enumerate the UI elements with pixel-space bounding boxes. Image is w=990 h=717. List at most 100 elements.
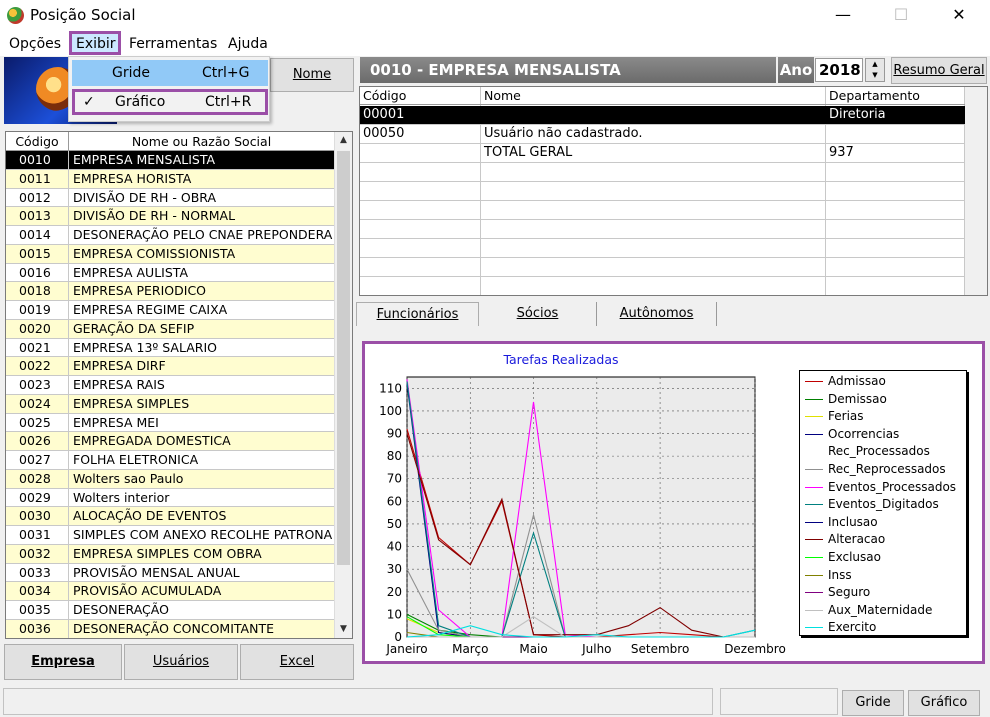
legend-label: Ferias xyxy=(828,409,864,424)
company-row[interactable]: 0023 EMPRESA RAIS xyxy=(6,376,334,395)
gride-view-button[interactable]: Gride xyxy=(842,690,904,716)
employee-row[interactable] xyxy=(360,163,965,182)
company-code: 0015 xyxy=(6,244,69,263)
company-code: 0034 xyxy=(6,582,69,600)
status-panel-secondary xyxy=(720,688,838,715)
empresa-button[interactable]: Empresa xyxy=(4,644,122,680)
y-tick-label: 30 xyxy=(387,562,402,576)
legend-swatch xyxy=(805,433,823,435)
company-row[interactable]: 0034 PROVISÃO ACUMULADA xyxy=(6,582,334,601)
employees-grid[interactable]: Código Nome Departamento 00001 Diretoria 0… xyxy=(359,86,988,296)
company-row[interactable]: 0029 Wolters interior xyxy=(6,488,334,508)
close-button[interactable]: ✕ xyxy=(936,0,982,30)
employees-scrollbar[interactable] xyxy=(965,87,987,295)
column-header-codigo[interactable]: Código xyxy=(6,132,69,151)
ano-spinner[interactable]: ▲ ▼ xyxy=(865,58,885,82)
company-row[interactable]: 0025 EMPRESA MEI xyxy=(6,413,334,433)
maximize-button[interactable]: ☐ xyxy=(878,0,924,30)
company-code: 0031 xyxy=(6,526,69,544)
company-row[interactable]: 0021 EMPRESA 13º SALARIO xyxy=(6,338,334,358)
company-name: EMPRESA MENSALISTA xyxy=(73,152,216,167)
company-name: EMPRESA RAIS xyxy=(73,377,165,392)
company-row[interactable]: 0015 EMPRESA COMISSIONISTA xyxy=(6,244,334,264)
tab-socios[interactable]: Sócios xyxy=(479,302,597,326)
company-row[interactable]: 0032 EMPRESA SIMPLES COM OBRA xyxy=(6,544,334,564)
employee-row[interactable] xyxy=(360,258,965,277)
company-name: EMPRESA PERIODICO xyxy=(73,283,207,299)
column-header-nome[interactable]: Nome ou Razão Social xyxy=(69,132,334,151)
menu-opcoes[interactable]: Opções xyxy=(8,34,62,54)
legend-swatch xyxy=(805,609,823,611)
y-tick-label: 80 xyxy=(387,449,402,463)
company-row[interactable]: 0035 DESONERAÇÃO xyxy=(6,601,334,620)
excel-button[interactable]: Excel xyxy=(240,644,354,680)
employee-row[interactable]: 00050 Usuário não cadastrado. xyxy=(360,125,965,144)
column-header-codigo[interactable]: Código xyxy=(363,87,406,105)
company-row[interactable]: 0020 GERAÇÃO DA SEFIP xyxy=(6,319,334,339)
company-code: 0027 xyxy=(6,451,69,469)
company-row[interactable]: 0030 ALOCAÇÃO DE EVENTOS xyxy=(6,507,334,526)
company-row[interactable]: 0036 DESONERAÇÃO CONCOMITANTE xyxy=(6,619,334,638)
nome-button[interactable]: Nome xyxy=(270,58,354,92)
ano-input[interactable]: 2018 xyxy=(815,58,863,82)
scroll-down-icon[interactable]: ▼ xyxy=(335,621,352,638)
companies-grid-header: Código Nome ou Razão Social xyxy=(6,132,334,151)
legend-label: Eventos_Digitados xyxy=(828,497,939,512)
employee-row[interactable] xyxy=(360,239,965,258)
company-row[interactable]: 0031 SIMPLES COM ANEXO RECOLHE PATRONA xyxy=(6,526,334,545)
company-row[interactable]: 0024 EMPRESA SIMPLES xyxy=(6,394,334,414)
column-header-nome[interactable]: Nome xyxy=(484,87,521,105)
company-row[interactable]: 0018 EMPRESA PERIODICO xyxy=(6,282,334,301)
y-tick-label: 40 xyxy=(387,540,402,554)
company-row[interactable]: 0028 Wolters sao Paulo xyxy=(6,469,334,489)
employee-row[interactable] xyxy=(360,220,965,239)
company-row[interactable]: 0033 PROVISÃO MENSAL ANUAL xyxy=(6,563,334,583)
employee-row[interactable] xyxy=(360,201,965,220)
employee-row[interactable] xyxy=(360,182,965,201)
menu-exibir[interactable]: Exibir xyxy=(75,34,117,54)
legend-label: Rec_Reprocessados xyxy=(828,462,946,476)
company-name: EMPRESA MEI xyxy=(73,414,159,430)
minimize-button[interactable]: — xyxy=(820,0,866,30)
company-name: PROVISÃO ACUMULADA xyxy=(73,583,222,599)
column-header-departamento[interactable]: Departamento xyxy=(829,87,920,105)
company-code: 0020 xyxy=(6,319,69,338)
employee-row[interactable]: 00001 Diretoria xyxy=(360,106,965,125)
legend-label: Inclusao xyxy=(828,514,878,529)
employee-code: 00001 xyxy=(363,107,405,122)
company-row[interactable]: 0013 DIVISÃO DE RH - NORMAL xyxy=(6,207,334,226)
company-row[interactable]: 0022 EMPRESA DIRF xyxy=(6,357,334,376)
company-name: EMPREGADA DOMESTICA xyxy=(73,433,231,449)
company-row[interactable]: 0026 EMPREGADA DOMESTICA xyxy=(6,432,334,451)
company-row[interactable]: 0010 EMPRESA MENSALISTA xyxy=(6,151,334,170)
companies-grid[interactable]: Código Nome ou Razão Social 0010 EMPRESA … xyxy=(5,131,353,639)
tab-autonomos[interactable]: Autônomos xyxy=(597,302,717,326)
y-tick-label: 60 xyxy=(387,494,402,508)
menu-item-grfico[interactable]: ✓ Gráfico Ctrl+R xyxy=(72,89,268,115)
tab-funcionarios[interactable]: Funcionários xyxy=(356,302,479,326)
legend-label: Eventos_Processados xyxy=(828,479,957,494)
company-row[interactable]: 0027 FOLHA ELETRONICA xyxy=(6,451,334,470)
usuarios-button[interactable]: Usuários xyxy=(124,644,238,680)
companies-scrollbar[interactable]: ▲ ▼ xyxy=(334,132,352,638)
company-code: 0021 xyxy=(6,338,69,357)
y-tick-label: 90 xyxy=(387,427,402,441)
menu-item-gride[interactable]: Gride Ctrl+G xyxy=(72,60,268,86)
scroll-up-icon[interactable]: ▲ xyxy=(335,132,352,149)
tab-bar: Funcionários Sócios Autônomos xyxy=(356,302,990,326)
ano-label: Ano xyxy=(778,57,814,83)
resumo-geral-button[interactable]: Resumo Geral xyxy=(891,57,987,84)
legend-label: Ocorrencias xyxy=(828,426,900,441)
menu-ferramentas[interactable]: Ferramentas xyxy=(128,34,218,54)
menu-ajuda[interactable]: Ajuda xyxy=(227,34,269,54)
company-name: EMPRESA AULISTA xyxy=(73,264,188,280)
scroll-thumb[interactable] xyxy=(337,151,350,565)
grafico-view-button[interactable]: Gráfico xyxy=(908,690,980,716)
company-row[interactable]: 0016 EMPRESA AULISTA xyxy=(6,263,334,283)
company-name: DIVISÃO DE RH - NORMAL xyxy=(73,208,236,224)
company-row[interactable]: 0011 EMPRESA HORISTA xyxy=(6,169,334,189)
company-row[interactable]: 0019 EMPRESA REGIME CAIXA xyxy=(6,301,334,320)
employee-row[interactable]: TOTAL GERAL 937 xyxy=(360,144,965,163)
company-row[interactable]: 0012 DIVISÃO DE RH - OBRA xyxy=(6,188,334,208)
company-row[interactable]: 0014 DESONERAÇÃO PELO CNAE PREPONDERA xyxy=(6,226,334,245)
